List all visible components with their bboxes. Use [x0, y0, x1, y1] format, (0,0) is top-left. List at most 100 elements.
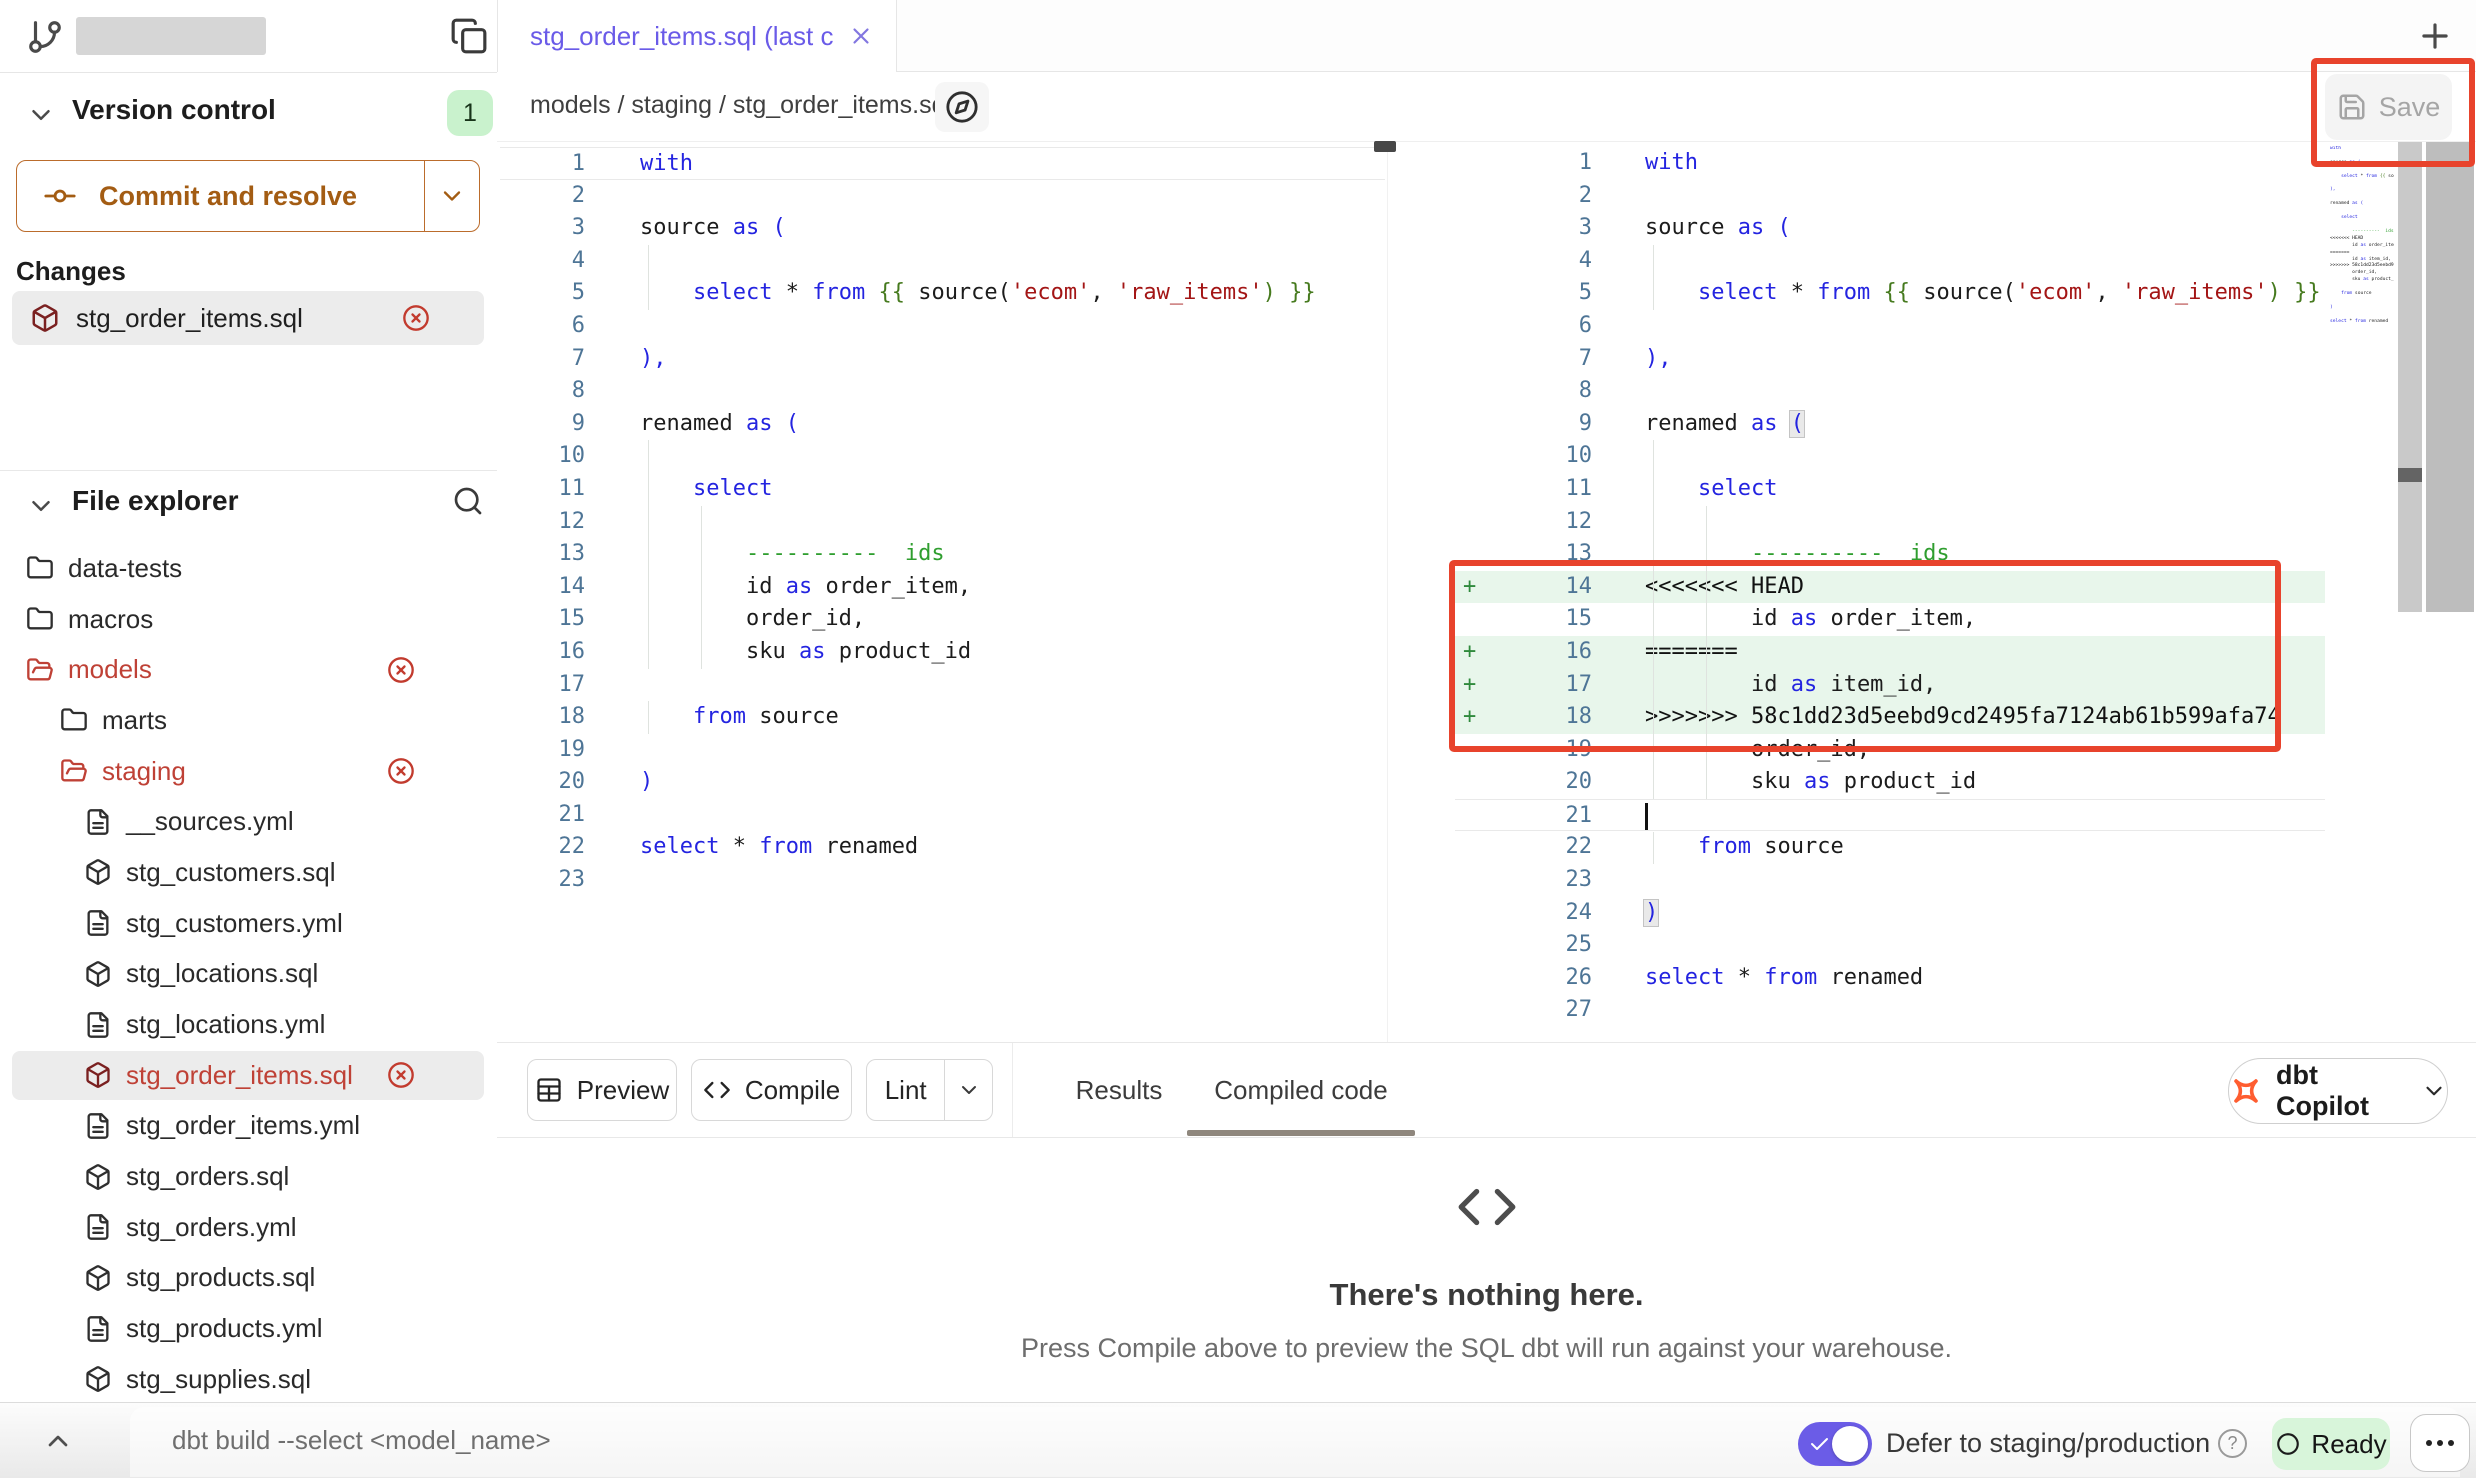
preview-table-icon [535, 1076, 563, 1104]
commit-and-resolve-button[interactable]: Commit and resolve [16, 160, 480, 232]
compile-button[interactable]: Compile [691, 1059, 852, 1121]
discard-change-icon[interactable] [402, 304, 430, 332]
git-branch-icon[interactable] [26, 18, 64, 56]
code-line: 4 [500, 245, 1385, 278]
editor-pane-original[interactable]: 1with23source as (45 select * from {{ so… [500, 142, 1385, 892]
left-pane-scrollbar-thumb[interactable] [1374, 141, 1396, 152]
model-icon [84, 960, 112, 988]
preview-button[interactable]: Preview [527, 1059, 677, 1121]
toolbar-separator [1012, 1043, 1013, 1137]
results-panel: There's nothing here. Press Compile abov… [497, 1138, 2476, 1402]
discard-change-icon[interactable] [387, 757, 415, 785]
save-button[interactable]: Save [2325, 74, 2452, 140]
discard-change-icon[interactable] [387, 656, 415, 684]
file-item-stg_order_items.sql[interactable]: stg_order_items.sql [0, 1050, 497, 1101]
file-item-models[interactable]: models [0, 644, 497, 695]
file-item-__sources.yml[interactable]: __sources.yml [0, 796, 497, 847]
model-icon [84, 1264, 112, 1292]
file-item-stg_orders.yml[interactable]: stg_orders.yml [0, 1202, 497, 1253]
model-icon [30, 303, 60, 333]
code-line: 6 [1455, 310, 2325, 343]
sidebar: Version control 1 Commit and resolve Cha… [0, 0, 498, 1402]
file-item-marts[interactable]: marts [0, 695, 497, 746]
code-line: 9renamed as ( [1455, 408, 2325, 441]
discard-change-icon[interactable] [387, 1061, 415, 1089]
file-item-stg_orders.sql[interactable]: stg_orders.sql [0, 1151, 497, 1202]
code-line: 13 ---------- ids [1455, 538, 2325, 571]
file-item-stg_locations.sql[interactable]: stg_locations.sql [0, 949, 497, 1000]
code-line: +14<<<<<<< HEAD [1455, 571, 2325, 604]
code-line: 7), [500, 343, 1385, 376]
diff-editor[interactable]: 1with23source as (45 select * from {{ so… [497, 142, 2476, 1042]
tab-results[interactable]: Results [1057, 1043, 1181, 1137]
editor-pane-modified[interactable]: 1with23source as (45 select * from {{ so… [1455, 142, 2325, 1022]
left-pane-scrollbar[interactable] [1387, 142, 1402, 1042]
tab-stg-order-items[interactable]: stg_order_items.sql (last c... [497, 0, 897, 72]
model-icon [84, 1365, 112, 1393]
code-line: 2 [1455, 180, 2325, 213]
code-line: 6 [500, 310, 1385, 343]
version-control-collapse-icon[interactable] [26, 100, 56, 130]
folderopen-icon [26, 656, 54, 684]
minimap[interactable]: with source as ( select * from {{ source… [2330, 146, 2394, 612]
code-line: 12 [1455, 506, 2325, 539]
preview-label: Preview [577, 1075, 669, 1106]
changes-section-label: Changes [16, 256, 126, 287]
more-options-button[interactable] [2410, 1414, 2470, 1472]
code-line: 8 [500, 375, 1385, 408]
file-item-stg_products.sql[interactable]: stg_products.sql [0, 1253, 497, 1304]
code-line: 23 [1455, 864, 2325, 897]
tab-compiled-code[interactable]: Compiled code [1187, 1043, 1415, 1137]
status-bar: dbt build --select <model_name> Defer to… [0, 1402, 2476, 1478]
right-pane-scrollbar-thumb[interactable] [2398, 468, 2422, 482]
dbt-cloud-ide: Version control 1 Commit and resolve Cha… [0, 0, 2476, 1478]
tab-close-icon[interactable] [848, 23, 874, 49]
file-explorer-collapse-icon[interactable] [26, 491, 56, 521]
lint-options-caret[interactable] [944, 1060, 992, 1120]
file-item-macros[interactable]: macros [0, 594, 497, 645]
file-explorer-title: File explorer [72, 485, 239, 517]
help-icon[interactable]: ? [2218, 1429, 2247, 1458]
code-line: 22select * from renamed [500, 831, 1385, 864]
file-item-stg_supplies.sql[interactable]: stg_supplies.sql [0, 1354, 497, 1405]
code-line: 22 from source [1455, 831, 2325, 864]
commit-button-label: Commit and resolve [99, 181, 357, 212]
doc-icon [84, 909, 112, 937]
file-item-staging[interactable]: staging [0, 746, 497, 797]
defer-toggle[interactable] [1798, 1422, 1872, 1466]
right-pane-scrollbar[interactable] [2398, 142, 2422, 612]
model-icon [84, 1061, 112, 1089]
dbt-copilot-icon [2229, 1074, 2263, 1108]
code-line: 19 order_id, [1455, 734, 2325, 767]
code-line: 3source as ( [1455, 212, 2325, 245]
changed-file-item[interactable]: stg_order_items.sql [12, 291, 484, 345]
code-line: 15 order_id, [500, 603, 1385, 636]
commit-options-caret[interactable] [424, 161, 479, 231]
dbt-copilot-caret [2421, 1078, 2447, 1104]
expand-command-bar-icon[interactable] [42, 1425, 74, 1457]
file-item-stg_customers.sql[interactable]: stg_customers.sql [0, 847, 497, 898]
empty-state-title: There's nothing here. [497, 1277, 2476, 1313]
file-item-stg_locations.yml[interactable]: stg_locations.yml [0, 999, 497, 1050]
file-item-data-tests[interactable]: data-tests [0, 543, 497, 594]
dbt-copilot-button[interactable]: dbt Copilot [2228, 1058, 2448, 1124]
code-line: 20) [500, 766, 1385, 799]
copy-icon[interactable] [450, 17, 488, 55]
doc-icon [84, 1011, 112, 1039]
model-icon [84, 1163, 112, 1191]
lint-button[interactable]: Lint [866, 1059, 993, 1121]
file-item-stg_products.yml[interactable]: stg_products.yml [0, 1303, 497, 1354]
code-line: 21 [500, 799, 1385, 832]
file-item-stg_customers.yml[interactable]: stg_customers.yml [0, 898, 497, 949]
sidebar-divider [0, 470, 497, 471]
commit-icon [43, 179, 77, 213]
window-scrollbar[interactable] [2426, 142, 2474, 612]
new-tab-button[interactable] [2416, 17, 2454, 55]
lineage-button[interactable] [935, 82, 989, 132]
changes-count-badge: 1 [447, 90, 493, 136]
status-badge[interactable]: Ready [2272, 1418, 2390, 1470]
code-line: 10 [1455, 440, 2325, 473]
file-item-stg_order_items.yml[interactable]: stg_order_items.yml [0, 1101, 497, 1152]
code-line: 17 [500, 669, 1385, 702]
search-icon[interactable] [452, 485, 484, 517]
